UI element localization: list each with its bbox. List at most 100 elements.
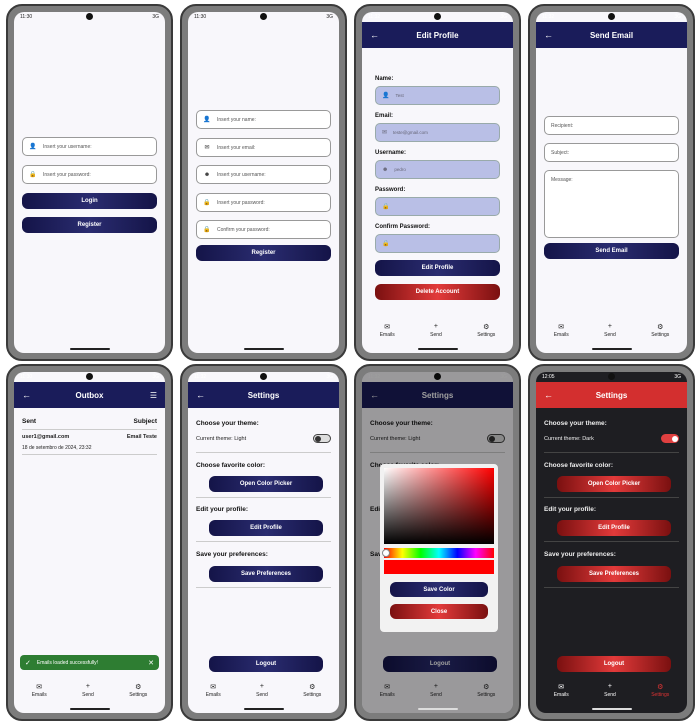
nav-settings[interactable]: ⚙ Settings <box>303 683 321 705</box>
username-field[interactable]: 👤 Insert your username: <box>22 137 157 156</box>
row-email: user1@gmail.com <box>22 434 70 440</box>
name-field[interactable]: 👤 Insert your name: <box>196 110 331 129</box>
plus-icon: + <box>433 323 439 330</box>
theme-toggle[interactable] <box>313 434 331 443</box>
phone-outbox: ← Outbox ☰ 11:30 3G Sent Subject user1@gmai… <box>6 364 173 721</box>
divider <box>544 497 679 498</box>
edit-profile-button[interactable]: Edit Profile <box>557 520 671 536</box>
message-field[interactable]: Message: <box>544 170 679 238</box>
password-input[interactable]: 🔒 <box>375 197 500 216</box>
login-button[interactable]: Login <box>22 193 157 209</box>
nav-settings[interactable]: ⚙ Settings <box>129 683 147 705</box>
prefs-heading: Save your preferences: <box>544 551 616 558</box>
nav-settings[interactable]: ⚙ Settings <box>651 683 669 705</box>
username-input[interactable]: ☻ pedro <box>375 160 500 179</box>
nav-settings[interactable]: ⚙ Settings <box>477 323 495 345</box>
back-arrow-icon[interactable]: ← <box>544 390 553 400</box>
close-button[interactable]: Close <box>390 604 488 619</box>
save-preferences-button[interactable]: Save Preferences <box>557 566 671 582</box>
subject-field[interactable]: Subject: <box>544 143 679 162</box>
close-icon[interactable]: ✕ <box>148 659 154 667</box>
phone-login: 11:30 3G 👤 Insert your username: 🔒 Insert y… <box>6 4 173 361</box>
register-button[interactable]: Register <box>196 245 331 261</box>
phone-register: 11:30 3G 👤 Insert your name: ✉ Insert your … <box>180 4 347 361</box>
prefs-heading: Save your preferences: <box>196 551 268 558</box>
save-color-button[interactable]: Save Color <box>390 582 488 597</box>
delete-account-button[interactable]: Delete Account <box>375 284 500 300</box>
account-icon: ☻ <box>382 166 389 173</box>
nav-send[interactable]: + Send <box>604 683 616 705</box>
logout-button[interactable]: Logout <box>209 656 323 672</box>
mail-icon: ✉ <box>558 684 565 691</box>
confirm-password-input[interactable]: 🔒 <box>375 234 500 253</box>
menu-icon[interactable]: ☰ <box>150 391 157 400</box>
nav-emails[interactable]: ✉ Emails <box>554 323 569 345</box>
divider <box>22 454 157 455</box>
recipient-field[interactable]: Recipient: <box>544 116 679 135</box>
phone-color-picker: ← Settings 11:32 3G Choose your theme: Cur… <box>354 364 521 721</box>
username-field[interactable]: ☻ Insert your username: <box>196 165 331 184</box>
open-color-picker-button[interactable]: Open Color Picker <box>209 476 323 492</box>
plus-icon: + <box>259 683 265 690</box>
plus-icon: + <box>607 323 613 330</box>
settings-screen: ← Settings 11:32 3G Choose your theme: Cur… <box>188 372 339 713</box>
toggle-knob <box>672 436 678 442</box>
nav-send[interactable]: + Send <box>82 683 94 705</box>
app-bar: ← Settings <box>536 382 687 408</box>
save-preferences-button[interactable]: Save Preferences <box>209 566 323 582</box>
divider <box>196 452 331 453</box>
divider <box>196 497 331 498</box>
nav-send[interactable]: + Send <box>430 323 442 345</box>
email-field[interactable]: ✉ Insert your email: <box>196 138 331 157</box>
gear-icon: ⚙ <box>657 684 664 691</box>
back-arrow-icon[interactable]: ← <box>544 30 553 40</box>
logout-button[interactable]: Logout <box>557 656 671 672</box>
edit-profile-button[interactable]: Edit Profile <box>209 520 323 536</box>
nav-emails[interactable]: ✉ Emails <box>380 323 395 345</box>
back-arrow-icon[interactable]: ← <box>22 390 31 400</box>
hue-slider-thumb[interactable] <box>382 549 390 557</box>
back-arrow-icon[interactable]: ← <box>196 390 205 400</box>
nav-send[interactable]: + Send <box>604 323 616 345</box>
camera-notch <box>434 13 441 20</box>
username-label: Username: <box>375 150 407 156</box>
register-screen: 11:30 3G 👤 Insert your name: ✉ Insert your … <box>188 12 339 353</box>
name-input[interactable]: 👤 Test <box>375 86 500 105</box>
home-indicator <box>243 708 284 710</box>
phone-send-email: ← Send Email 11:32 3G Recipient: Subject: … <box>528 4 695 361</box>
name-label: Name: <box>375 76 394 82</box>
send-email-button[interactable]: Send Email <box>544 243 679 259</box>
camera-notch <box>608 13 615 20</box>
open-color-picker-button[interactable]: Open Color Picker <box>557 476 671 492</box>
nav-settings[interactable]: ⚙ Settings <box>651 323 669 345</box>
profile-heading: Edit your profile: <box>544 506 596 513</box>
password-field[interactable]: 🔒 Insert your password: <box>22 165 157 184</box>
register-button[interactable]: Register <box>22 217 157 233</box>
nav-emails[interactable]: ✉ Emails <box>206 683 221 705</box>
gear-icon: ⚙ <box>483 324 490 331</box>
nav-emails[interactable]: ✉ Emails <box>32 683 47 705</box>
hue-slider[interactable] <box>384 548 494 558</box>
bottom-nav: ✉ Emails + Send ⚙ Settings <box>536 323 687 345</box>
toggle-knob <box>315 436 321 442</box>
home-indicator <box>243 348 284 350</box>
lock-icon: 🔒 <box>203 200 211 206</box>
settings-screen-picker: ← Settings 11:32 3G Choose your theme: Cur… <box>362 372 513 713</box>
color-preview <box>384 560 494 574</box>
edit-profile-button[interactable]: Edit Profile <box>375 260 500 276</box>
password-field[interactable]: 🔒 Insert your password: <box>196 193 331 212</box>
nav-emails[interactable]: ✉ Emails <box>554 683 569 705</box>
email-input[interactable]: ✉ teste@gmail.com <box>375 123 500 142</box>
theme-toggle[interactable] <box>661 434 679 443</box>
saturation-panel[interactable] <box>384 468 494 544</box>
nav-send[interactable]: + Send <box>256 683 268 705</box>
theme-status: Current theme: Light <box>196 436 247 442</box>
mail-icon: ✉ <box>558 324 565 331</box>
person-icon: 👤 <box>29 144 37 150</box>
back-arrow-icon[interactable]: ← <box>370 30 379 40</box>
divider <box>196 541 331 542</box>
confirm-password-field[interactable]: 🔒 Confirm your password: <box>196 220 331 239</box>
bottom-nav: ✉ Emails + Send ⚙ Settings <box>536 683 687 705</box>
profile-heading: Edit your profile: <box>196 506 248 513</box>
home-indicator <box>417 348 458 350</box>
